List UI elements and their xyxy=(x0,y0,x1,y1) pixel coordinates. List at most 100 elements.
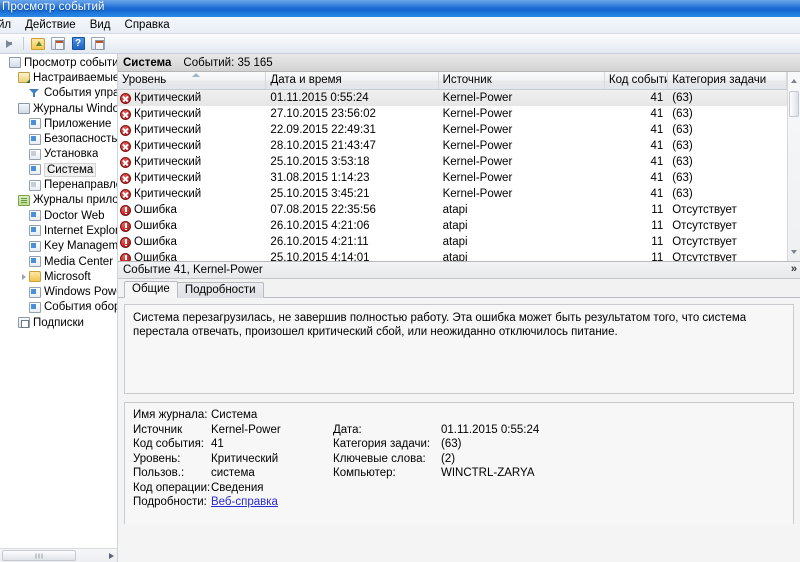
table-row[interactable]: Ошибка 26.10.2015 4:21:11 atapi 11 Отсутству… xyxy=(118,234,787,250)
cell-datetime: 31.08.2015 1:14:23 xyxy=(270,172,370,184)
sidebar-item-label: Windows PowerShe xyxy=(44,286,117,299)
sidebar-item-custom-views[interactable]: Настраиваемые пред xyxy=(0,70,118,85)
table-row[interactable]: Ошибка 07.08.2015 22:35:56 atapi 11 Отсутств… xyxy=(118,202,787,218)
sidebar-scroll-right-arrow-icon[interactable] xyxy=(104,549,117,562)
sidebar-item-label: Приложение xyxy=(44,117,112,130)
table-row[interactable]: Критический 25.10.2015 3:45:21 Kernel-Powe… xyxy=(118,186,787,202)
sidebar-item-event-viewer-root[interactable]: Просмотр событий (Лок xyxy=(0,55,117,70)
critical-icon xyxy=(120,92,131,104)
sidebar-scroll-thumb[interactable] xyxy=(2,550,76,561)
menu-action[interactable]: Действие xyxy=(18,18,83,33)
log-icon xyxy=(29,286,41,298)
event-list: УровеньДата и времяИсточникКод событияКа… xyxy=(118,72,787,261)
table-row[interactable]: Критический 25.10.2015 3:53:18 Kernel-Powe… xyxy=(118,154,787,170)
menu-file[interactable]: йл xyxy=(0,18,18,33)
sidebar-item-admin-events[interactable]: События управлен xyxy=(0,86,117,101)
scroll-up-arrow-icon[interactable] xyxy=(789,76,799,86)
critical-icon xyxy=(120,172,131,184)
event-list-vertical-scrollbar[interactable] xyxy=(787,72,800,261)
sidebar-item-label: Перенаправленны xyxy=(44,179,117,192)
column-header-level[interactable]: Уровень xyxy=(118,72,267,89)
opcode-label: Код операции: xyxy=(133,481,211,494)
task-category-value: (63) xyxy=(441,438,462,450)
table-row[interactable]: Критический 01.11.2015 0:55:24 Kernel-Powe… xyxy=(118,90,787,106)
menu-view[interactable]: Вид xyxy=(83,18,118,33)
cell-source: atapi xyxy=(442,252,468,261)
table-row[interactable]: Критический 28.10.2015 21:43:47 Kernel-Pow… xyxy=(118,138,787,154)
subscriptions-icon xyxy=(18,317,30,329)
tab-details[interactable]: Подробности xyxy=(176,282,264,298)
up-one-level-button[interactable] xyxy=(29,35,47,53)
column-header-datetime[interactable]: Дата и время xyxy=(266,72,439,89)
cell-source: atapi xyxy=(442,220,468,232)
sidebar-item-security[interactable]: Безопасность xyxy=(0,131,117,146)
help-button[interactable]: ? xyxy=(69,35,87,53)
sidebar-item-application[interactable]: Приложение xyxy=(0,116,117,131)
user-value: система xyxy=(211,467,255,479)
level-value: Критический xyxy=(211,452,279,465)
sidebar-item-application-logs[interactable]: Журналы приложени xyxy=(0,193,117,208)
table-row[interactable]: Критический 31.08.2015 1:14:23 Kernel-Powe… xyxy=(118,170,787,186)
sidebar-item-key-management-service[interactable]: Key Management S xyxy=(0,239,117,254)
forward-button[interactable] xyxy=(0,35,18,53)
sidebar-item-windows-logs[interactable]: Журналы Windows xyxy=(0,101,118,116)
tab-general[interactable]: Общие xyxy=(124,281,178,298)
sidebar-item-doctor-web[interactable]: Doctor Web xyxy=(0,208,117,223)
column-header-source[interactable]: Источник xyxy=(439,72,605,89)
user-label: Пользов.: xyxy=(133,467,185,479)
cell-category: (63) xyxy=(672,124,693,136)
sidebar-item-microsoft[interactable]: Microsoft xyxy=(0,269,117,284)
cell-category: (63) xyxy=(672,140,693,152)
scroll-down-arrow-icon[interactable] xyxy=(789,247,799,257)
cell-category: (63) xyxy=(672,188,693,200)
sidebar-item-label: Doctor Web xyxy=(44,209,105,222)
table-row[interactable]: Критический 22.09.2015 22:49:31 Kernel-Pow… xyxy=(118,122,787,138)
cell-level: Ошибка xyxy=(118,220,266,232)
event-count-label: Событий: 35 165 xyxy=(183,56,273,69)
menu-help[interactable]: Справка xyxy=(118,18,177,33)
sidebar-item-label: Система xyxy=(44,162,97,177)
error-icon xyxy=(120,236,131,248)
folder-up-icon xyxy=(31,37,45,50)
show-action-pane-button[interactable] xyxy=(89,35,107,53)
table-row[interactable]: Ошибка 25.10.2015 4:14:01 atapi 11 Отсутству… xyxy=(118,250,787,261)
sidebar-item-hardware-events[interactable]: События оборудое xyxy=(0,300,118,315)
sidebar-item-label: Настраиваемые пред xyxy=(33,71,118,84)
table-row[interactable]: Ошибка 26.10.2015 4:21:06 atapi 11 Отсутству… xyxy=(118,218,787,234)
event-list-container: УровеньДата и времяИсточникКод событияКа… xyxy=(118,72,800,262)
sidebar-item-system[interactable]: Система xyxy=(0,162,117,177)
cell-source: atapi xyxy=(442,236,468,248)
sidebar-item-forwarded-events[interactable]: Перенаправленны xyxy=(0,177,117,192)
column-header-category[interactable]: Категория задачи xyxy=(668,72,787,89)
table-row[interactable]: Критический 27.10.2015 23:56:02 Kernel-Pow… xyxy=(118,106,787,122)
sidebar-item-label: События оборудое xyxy=(44,301,118,314)
sidebar-item-internet-explorer[interactable]: Internet Explorer xyxy=(0,223,117,238)
error-icon xyxy=(120,204,131,216)
web-help-link[interactable]: Веб-справка xyxy=(211,496,278,508)
sidebar-horizontal-scrollbar[interactable] xyxy=(0,548,117,562)
sidebar-item-setup[interactable]: Установка xyxy=(0,147,117,162)
cell-event-id: 41 xyxy=(650,124,664,136)
folder-icon xyxy=(29,271,41,283)
properties-button[interactable] xyxy=(49,35,67,53)
log-icon xyxy=(29,301,41,313)
detail-expand-icon[interactable]: » xyxy=(791,263,797,275)
event-list-scroll-thumb[interactable] xyxy=(789,91,799,117)
cell-datetime: 22.09.2015 22:49:31 xyxy=(270,124,376,136)
expand-chevron-icon[interactable] xyxy=(20,272,29,282)
column-header-event_id[interactable]: Код события xyxy=(605,72,669,89)
sidebar-item-label: Журналы Windows xyxy=(33,102,118,115)
sidebar-item-media-center[interactable]: Media Center xyxy=(0,254,117,269)
properties-grid-icon-2 xyxy=(91,37,105,50)
sidebar-item-subscriptions[interactable]: Подписки xyxy=(0,315,117,330)
center-pane: Система Событий: 35 165 Уровень Дата и вр… xyxy=(118,54,800,562)
sidebar-item-windows-powershell[interactable]: Windows PowerShe xyxy=(0,284,117,299)
sidebar-item-label: Media Center xyxy=(44,255,114,268)
cell-datetime: 26.10.2015 4:21:11 xyxy=(270,236,369,248)
level-text: Критический xyxy=(134,188,202,200)
detail-tabs: Общие Подробности xyxy=(118,279,800,298)
level-text: Ошибка xyxy=(134,204,177,216)
